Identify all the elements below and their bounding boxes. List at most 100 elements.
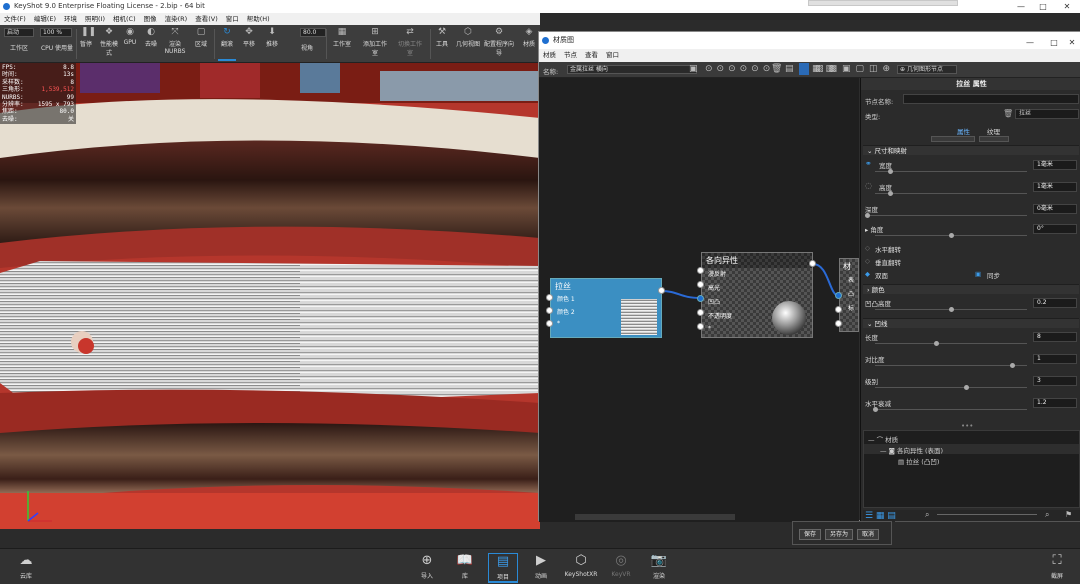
slider-knob[interactable] (865, 213, 870, 218)
denoise-button[interactable]: ◐ 去噪 (142, 27, 160, 48)
zoom-dropdown[interactable]: 100 % (40, 28, 72, 37)
falloff-input[interactable]: 1.2 (1033, 398, 1077, 408)
library-button[interactable]: 📖 库 (450, 553, 480, 580)
minimize-button[interactable]: — (1010, 0, 1032, 13)
port-aniso-output[interactable] (809, 260, 816, 267)
cancel-button[interactable]: 取消 (857, 529, 880, 540)
render-nurbs-button[interactable]: ⤧ 渲染NURBS (164, 27, 186, 55)
menu-help[interactable]: 帮助(H) (243, 13, 274, 25)
slider-knob[interactable] (964, 385, 970, 390)
mg-menu-window[interactable]: 窗口 (602, 49, 623, 62)
slider-knob[interactable] (1009, 363, 1015, 368)
node-graph-canvas[interactable]: 拉丝 颜色 1 颜色 2 * 各向异性 漫反射 高光 凹凸 不透明度 * 材 表… (539, 78, 859, 522)
level-slider[interactable] (875, 385, 1027, 390)
material-name-input[interactable]: 金属拉丝 横向 (567, 65, 697, 74)
type-dropdown[interactable]: 拉丝 (1015, 109, 1079, 119)
length-input[interactable]: 8 (1033, 332, 1077, 342)
gpu-button[interactable]: ◉ GPU (122, 27, 138, 46)
port-aniso-bump[interactable] (697, 295, 704, 302)
property-subbutton[interactable] (931, 136, 975, 142)
slider-knob[interactable] (933, 341, 939, 346)
tree-zoom-slider[interactable] (937, 514, 1037, 515)
slider-knob[interactable] (949, 233, 954, 238)
width-slider[interactable] (875, 169, 1027, 174)
contrast-slider[interactable] (875, 363, 1027, 368)
slider-knob[interactable] (888, 169, 894, 174)
port-brush-color2[interactable] (546, 307, 553, 314)
pin-icon[interactable]: ⚑ (1065, 510, 1072, 519)
fov-input[interactable]: 80.0 (300, 28, 326, 37)
depth-input[interactable]: 0毫米 (1033, 204, 1077, 214)
tree-item-material[interactable]: — ⌒ 材质 (868, 434, 898, 444)
menu-render[interactable]: 渲染(R) (161, 13, 192, 25)
mg-menu-node[interactable]: 节点 (560, 49, 581, 62)
configurator-wizard-button[interactable]: ⚙ 配置程序向导 (484, 27, 514, 57)
property-subbutton[interactable] (979, 136, 1009, 142)
render-button[interactable]: 📷 渲染 (644, 553, 674, 580)
menu-image[interactable]: 图像 (140, 13, 161, 25)
resize-grip-icon[interactable]: ••• (961, 422, 973, 430)
mg-minimize-button[interactable]: — (1019, 34, 1041, 47)
menu-view[interactable]: 查看(V) (191, 13, 222, 25)
node-name-input[interactable] (903, 94, 1079, 104)
depth-slider[interactable] (865, 213, 1027, 218)
port-material-label[interactable] (835, 320, 842, 327)
port-brush-output[interactable] (658, 287, 665, 294)
view-angle-button[interactable]: 视角 (296, 43, 318, 52)
keyvr-button[interactable]: ◎ KeyVR (606, 553, 636, 578)
cloud-library-button[interactable]: ☁ 云库 (10, 553, 42, 580)
save-as-button[interactable]: 另存为 (825, 529, 854, 540)
project-button[interactable]: ▤ 项目 (488, 553, 518, 583)
render-viewport[interactable] (0, 63, 540, 529)
texture-toggle-icon[interactable] (1023, 354, 1031, 362)
switch-studio-button[interactable]: ⇄ 切换工作室 (396, 27, 424, 57)
slider-knob[interactable] (873, 407, 878, 412)
link-icon[interactable]: ⚭ (865, 159, 872, 168)
mg-menu-view[interactable]: 查看 (581, 49, 602, 62)
height-slider[interactable] (875, 191, 1027, 196)
angle-input[interactable]: 0° (1033, 224, 1077, 234)
cpu-usage-button[interactable]: CPU 使用量 (38, 43, 76, 52)
workspace-button[interactable]: 工作区 (6, 43, 32, 52)
falloff-slider[interactable] (873, 407, 1027, 412)
maximize-button[interactable]: □ (1032, 0, 1054, 13)
active-view-icon[interactable] (799, 63, 809, 75)
length-slider[interactable] (875, 341, 1027, 346)
node-material-output[interactable]: 材 表 凸 标 (839, 258, 859, 332)
contrast-input[interactable]: 1 (1033, 354, 1077, 364)
pause-button[interactable]: ❚❚ 暂停 (78, 27, 96, 48)
menu-file[interactable]: 文件(F) (0, 13, 30, 25)
node-anisotropic[interactable]: 各向异性 漫反射 高光 凹凸 不透明度 * (701, 252, 813, 338)
width-input[interactable]: 1毫米 (1033, 160, 1077, 170)
trash-icon[interactable]: 🗑 (1003, 109, 1013, 118)
tree-item-anisotropic[interactable]: — ◙ 各向异性 (表面) (880, 445, 943, 455)
port-aniso-diffuse[interactable] (697, 267, 704, 274)
port-brush-color1[interactable] (546, 294, 553, 301)
menu-window[interactable]: 窗口 (222, 13, 243, 25)
menu-camera[interactable]: 相机(C) (109, 13, 140, 25)
material-button[interactable]: ◈ 材质 (520, 27, 538, 48)
port-aniso-specular[interactable] (697, 281, 704, 288)
tumble-button[interactable]: ↻ 翻滚 (218, 27, 236, 61)
height-input[interactable]: 1毫米 (1033, 182, 1077, 192)
menu-edit[interactable]: 编辑(E) (30, 13, 60, 25)
size-mapping-section[interactable]: ⌄ 尺寸和映射 (863, 145, 1079, 155)
mg-menu-material[interactable]: 材质 (539, 49, 560, 62)
import-button[interactable]: ⊕ 导入 (412, 553, 442, 580)
bump-height-input[interactable]: 0.2 (1033, 298, 1077, 308)
tree-item-brush[interactable]: ▤ 拉丝 (凸凹) (898, 456, 939, 466)
studio-button[interactable]: ▦ 工作室 (330, 27, 354, 48)
zoom-out-icon[interactable]: ⌕ (925, 510, 929, 520)
add-studio-button[interactable]: ⊞ 添加工作室 (362, 27, 388, 57)
screenshot-button[interactable]: ⛶ 截屏 (1042, 553, 1072, 580)
keyshotxr-button[interactable]: ⬡ KeyShotXR (564, 553, 598, 578)
zoom-in-icon[interactable]: ⌕ (1045, 510, 1049, 520)
performance-mode-button[interactable]: ❖ 性能模式 (98, 27, 120, 57)
port-aniso-opacity[interactable] (697, 309, 704, 316)
menu-environment[interactable]: 环境 (60, 13, 81, 25)
checkbox-icon[interactable]: ◇ (865, 257, 870, 265)
dolly-button[interactable]: ⬇ 推移 (262, 27, 282, 48)
delete-icon[interactable]: 🗑 (771, 64, 782, 74)
sync-checkbox-icon[interactable]: ▣ (975, 270, 981, 278)
tab-texture[interactable]: 纹理 (987, 126, 1000, 136)
